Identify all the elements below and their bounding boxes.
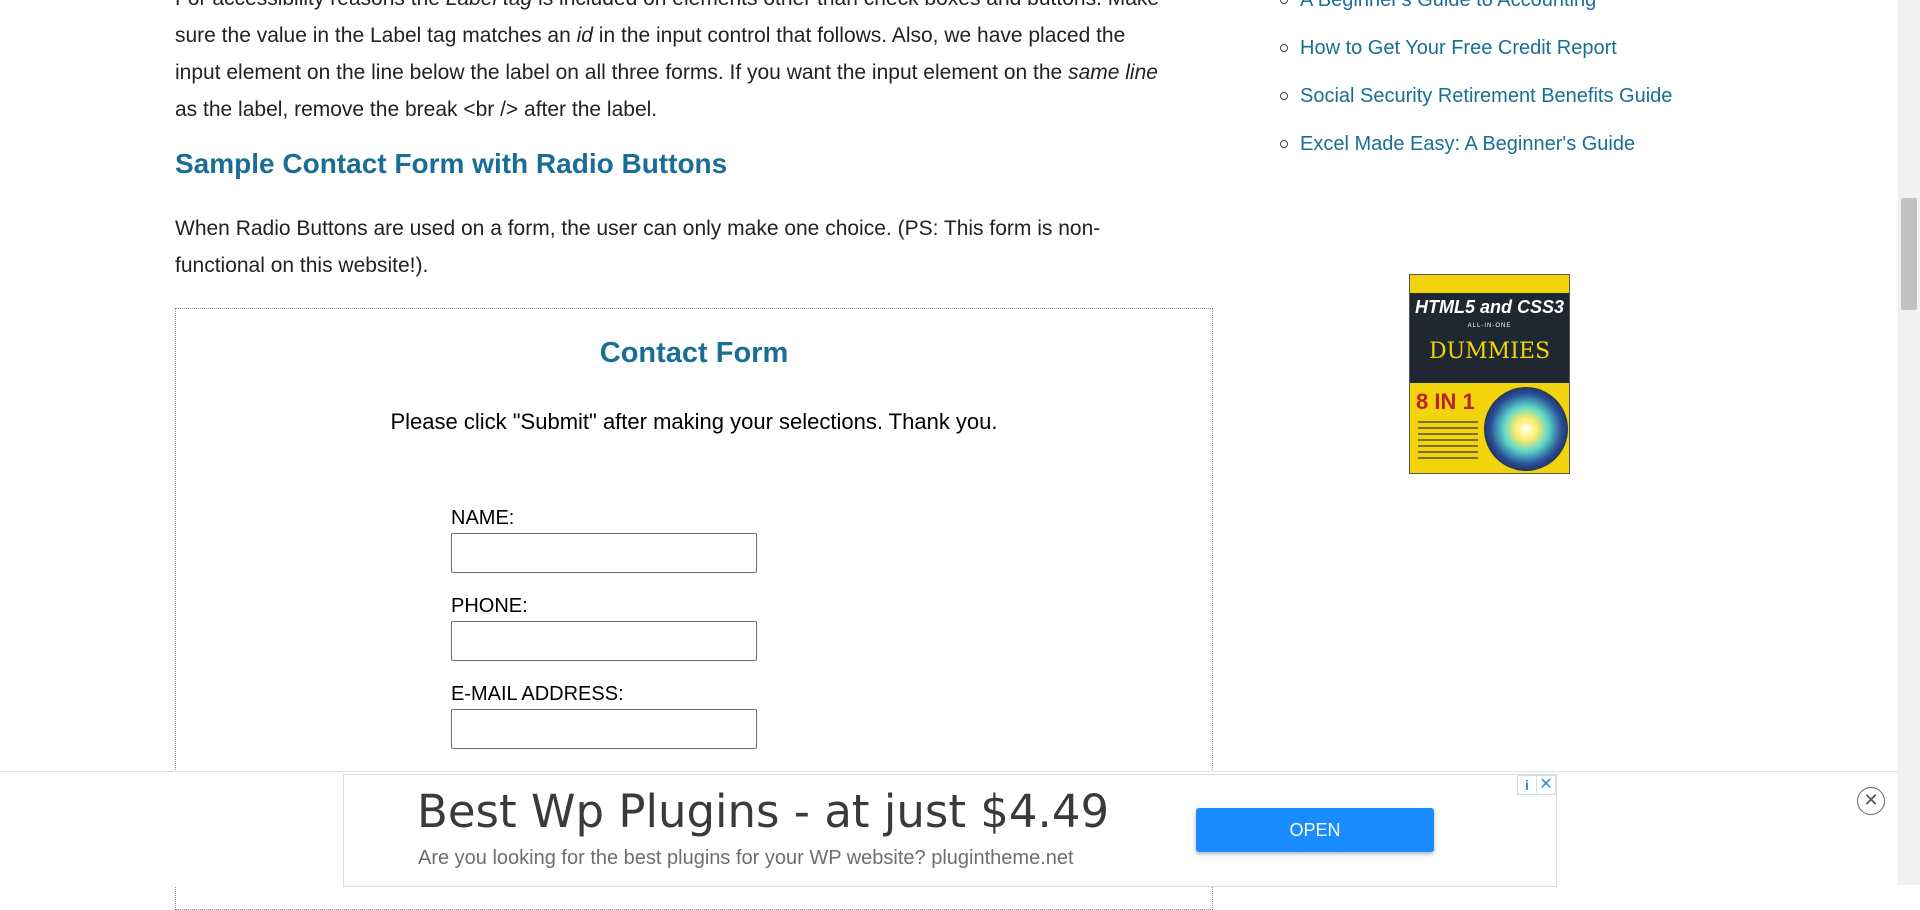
- sidebar-link-excel[interactable]: Excel Made Easy: A Beginner's Guide: [1300, 133, 1635, 155]
- sidebar-link-social-security[interactable]: Social Security Retirement Benefits Guid…: [1300, 85, 1672, 107]
- para-text: is included on elements other than check…: [532, 0, 1159, 10]
- para-text: as the label, remove the break <br /> af…: [175, 98, 658, 121]
- para-text: in the input control that follows. Also,…: [592, 24, 1126, 47]
- book-subtitle: ALL-IN-ONE: [1467, 323, 1512, 329]
- email-input[interactable]: [451, 709, 757, 749]
- phone-label: PHONE:: [451, 595, 528, 617]
- ad-info-icon[interactable]: i: [1517, 775, 1537, 795]
- sidebar-link-accounting[interactable]: A Beginner's Guide to Accounting: [1300, 0, 1596, 11]
- phone-input[interactable]: [451, 621, 757, 661]
- phone-field-group: PHONE:: [451, 595, 757, 661]
- bullet-icon: [1280, 0, 1288, 4]
- name-field-group: NAME:: [451, 507, 757, 573]
- close-banner-icon[interactable]: ✕: [1857, 787, 1885, 815]
- para-text: input element on the line below the labe…: [175, 61, 1069, 84]
- para-text: functional on this website!).: [175, 254, 429, 277]
- email-field-group: E-MAIL ADDRESS:: [451, 683, 757, 749]
- accessibility-paragraph: For accessibility reasons the Label tag …: [175, 0, 1215, 128]
- list-item: A Beginner's Guide to Accounting: [1276, 0, 1672, 26]
- book-series: DUMMIES: [1428, 339, 1551, 364]
- page: For accessibility reasons the Label tag …: [0, 0, 1898, 910]
- para-emphasis: id: [576, 24, 593, 47]
- para-emphasis: same line: [1068, 61, 1158, 84]
- ad-banner[interactable]: Best Wp Plugins - at just $4.49 Are you …: [343, 774, 1557, 887]
- book-burst-graphic: [1484, 387, 1568, 471]
- name-label: NAME:: [451, 507, 515, 529]
- ad-close-icon[interactable]: ✕: [1536, 775, 1556, 795]
- book-badge: 8 IN 1: [1416, 389, 1475, 414]
- form-instructions: Please click "Submit" after making your …: [390, 409, 998, 434]
- section-heading: Sample Contact Form with Radio Buttons: [175, 148, 728, 179]
- bullet-icon: [1280, 140, 1288, 148]
- ad-headline[interactable]: Best Wp Plugins - at just $4.49: [417, 785, 1109, 838]
- ad-open-button[interactable]: OPEN: [1196, 808, 1434, 852]
- para-text: For accessibility reasons the: [175, 0, 446, 10]
- bullet-icon: [1280, 44, 1288, 52]
- para-text: When Radio Buttons are used on a form, t…: [175, 217, 1101, 240]
- scrollbar[interactable]: [1898, 0, 1920, 885]
- book-title: HTML5 and CSS3: [1414, 297, 1565, 317]
- email-label: E-MAIL ADDRESS:: [451, 683, 624, 705]
- book-contents-lines: [1418, 421, 1478, 463]
- list-item: Excel Made Easy: A Beginner's Guide: [1276, 122, 1672, 170]
- para-text: sure the value in the Label tag matches …: [175, 24, 577, 47]
- book-top-strip: [1410, 275, 1569, 293]
- name-input[interactable]: [451, 533, 757, 573]
- bullet-icon: [1280, 92, 1288, 100]
- ad-description[interactable]: Are you looking for the best plugins for…: [418, 847, 1074, 870]
- book-cover-image[interactable]: HTML5 and CSS3 ALL-IN-ONE DUMMIES 8 IN 1: [1409, 274, 1570, 474]
- list-item: Social Security Retirement Benefits Guid…: [1276, 74, 1672, 122]
- scrollbar-thumb[interactable]: [1901, 198, 1917, 310]
- sidebar-link-credit-report[interactable]: How to Get Your Free Credit Report: [1300, 37, 1617, 59]
- radio-buttons-paragraph: When Radio Buttons are used on a form, t…: [175, 210, 1215, 284]
- list-item: How to Get Your Free Credit Report: [1276, 26, 1672, 74]
- sidebar-link-list: A Beginner's Guide to Accounting How to …: [1276, 0, 1672, 170]
- para-emphasis: Label tag: [446, 0, 532, 10]
- form-title: Contact Form: [599, 337, 789, 369]
